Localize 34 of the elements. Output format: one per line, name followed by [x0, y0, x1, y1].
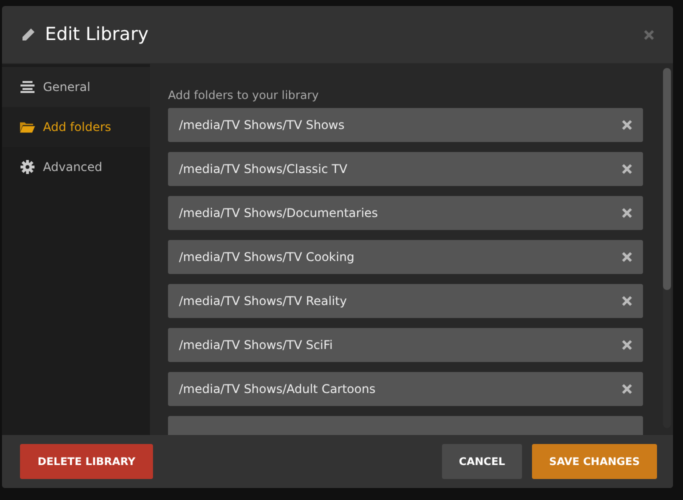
pencil-icon	[20, 26, 36, 42]
lines-icon	[20, 81, 35, 93]
folder-path: /media/TV Shows/Classic TV	[179, 162, 348, 176]
gear-icon	[20, 160, 35, 174]
close-icon[interactable]	[643, 28, 655, 40]
save-changes-button[interactable]: SAVE CHANGES	[532, 444, 657, 479]
sidebar-item[interactable]: General	[2, 67, 150, 107]
remove-icon[interactable]	[621, 119, 633, 131]
delete-library-button[interactable]: DELETE LIBRARY	[20, 444, 153, 479]
remove-icon[interactable]	[621, 339, 633, 351]
folder-path-field[interactable]: /media/TV Shows/TV SciFi	[168, 328, 643, 362]
remove-icon[interactable]	[621, 207, 633, 219]
folder-path-field[interactable]: /media/TV Shows/TV Reality	[168, 284, 643, 318]
sidebar-item[interactable]: Advanced	[2, 147, 150, 187]
folder-path: /media/TV Shows/TV Cooking	[179, 250, 356, 264]
remove-icon[interactable]	[621, 163, 633, 175]
folder-path-field[interactable]: /media/TV Shows/Adult Cartoons	[168, 372, 643, 406]
scrollbar[interactable]	[663, 68, 671, 428]
folder-path: /media/TV Shows/TV SciFi	[179, 338, 334, 352]
cancel-button[interactable]: CANCEL	[442, 444, 522, 479]
folder-path: /media/TV Shows/TV Reality	[179, 294, 348, 308]
folder-path-field[interactable]: /media/TV Shows/TV Cooking	[168, 240, 643, 274]
section-heading: Add folders to your library	[168, 88, 320, 102]
folder-path-field[interactable]: /media/TV Shows/Classic TV	[168, 152, 643, 186]
folder-path: /media/TV Shows/Adult Cartoons	[179, 382, 376, 396]
folder-path-field[interactable]: /media/TV Shows/Documentaries	[168, 196, 643, 230]
remove-icon[interactable]	[621, 251, 633, 263]
folder-icon	[20, 121, 35, 133]
dialog-title: Edit Library	[45, 24, 150, 45]
remove-icon[interactable]	[621, 295, 633, 307]
folder-path: /media/TV Shows/Documentaries	[179, 206, 379, 220]
folder-path: /media/TV Shows/TV Shows	[179, 118, 346, 132]
folder-path-field[interactable]: /media/TV Shows/TV Shows	[168, 108, 643, 142]
remove-icon[interactable]	[621, 383, 633, 395]
